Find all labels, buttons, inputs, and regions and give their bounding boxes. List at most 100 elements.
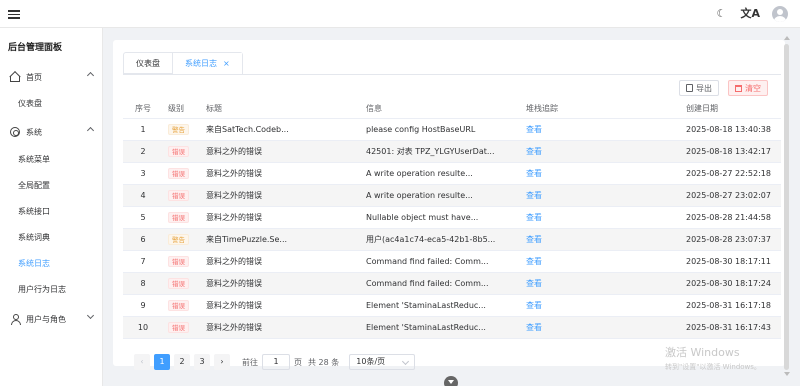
row-trace-link[interactable]: 查看 [526,125,542,134]
document-icon [686,84,693,92]
user-icon [10,314,21,325]
clear-button[interactable]: 清空 [728,80,768,96]
row-index: 6 [123,228,163,251]
avatar[interactable] [772,6,788,22]
collapse-toggle-icon[interactable] [444,376,458,386]
tab-system-log[interactable]: 系统日志 × [173,53,242,74]
pagination: ‹ 1 2 3 › 前往 1 页 共 28 条 10条/页 [134,354,416,370]
level-badge: 警告 [168,123,189,135]
row-date: 2025-08-18 13:40:38 [681,118,781,141]
row-date: 2025-08-27 23:02:07 [681,184,781,207]
level-badge: 错误 [168,299,189,311]
goto-label: 前往 [242,357,258,367]
row-index: 8 [123,272,163,295]
row-trace-link-cell: 查看 [521,162,681,185]
row-info: A write operation resulte... [361,162,521,185]
row-index: 10 [123,316,163,339]
row-level-cell: 错误 [163,162,201,185]
row-index: 7 [123,250,163,273]
dark-mode-icon[interactable]: ☾ [714,7,728,21]
hamburger-menu-icon[interactable] [8,8,20,20]
gear-icon [10,127,20,137]
sidebar-item-system-api[interactable]: 系统接口 [0,199,103,225]
top-right-actions: ☾ 文A [714,6,788,22]
row-level-cell: 错误 [163,272,201,295]
table-row: 2 错误 意料之外的错误 42501: 对表 TPZ_YLGYUserDat... 查看… [123,140,781,163]
column-header: 标题 [201,100,361,119]
row-index: 5 [123,206,163,229]
row-trace-link-cell: 查看 [521,206,681,229]
table-row: 7 错误 意料之外的错误 Command find failed: Comm... 查看… [123,250,781,273]
row-info: Element 'StaminaLastReduc... [361,294,521,317]
row-trace-link[interactable]: 查看 [526,235,542,244]
row-trace-link[interactable]: 查看 [526,301,542,310]
level-badge: 错误 [168,189,189,201]
clear-label: 清空 [745,83,761,93]
row-info: Nullable object must have... [361,206,521,229]
row-index: 3 [123,162,163,185]
row-trace-link[interactable]: 查看 [526,147,542,156]
main-content: 仪表盘 系统日志 × 导出 清空 序号 级别 标题 信息 堆栈追踪 创建日期 1… [103,28,800,386]
table-body: 1 警告 来自SatTech.Codeb... please config HostB… [123,118,781,339]
scroll-up-arrow-icon[interactable] [784,36,790,40]
row-title: 来自SatTech.Codeb... [201,118,361,141]
page-button-3[interactable]: 3 [194,354,210,370]
row-trace-link[interactable]: 查看 [526,257,542,266]
page-button-1[interactable]: 1 [154,354,170,370]
row-date: 2025-08-28 23:07:37 [681,228,781,251]
sidebar-item-system-menu[interactable]: 系统菜单 [0,147,103,173]
level-badge: 错误 [168,321,189,333]
row-level-cell: 错误 [163,206,201,229]
row-info: 42501: 对表 TPZ_YLGYUserDat... [361,140,521,163]
row-info: Command find failed: Comm... [361,272,521,295]
row-info: 用户(ac4a1c74-eca5-42b1-8b5... [361,228,521,251]
row-title: 意料之外的错误 [201,206,361,229]
tab-dashboard[interactable]: 仪表盘 [124,53,173,74]
windows-activation-watermark: 激活 Windows 转到"设置"以激活 Windows。 [665,344,761,372]
sidebar-item-system-log[interactable]: 系统日志 [0,251,103,277]
row-trace-link[interactable]: 查看 [526,213,542,222]
chevron-down-icon [86,311,95,320]
row-trace-link-cell: 查看 [521,184,681,207]
tab-label: 系统日志 [185,58,217,68]
sidebar-item-user-behavior-log[interactable]: 用户行为日志 [0,277,103,303]
export-label: 导出 [696,83,712,93]
tab-label: 仪表盘 [136,59,160,68]
row-date: 2025-08-28 21:44:58 [681,206,781,229]
level-badge: 警告 [168,233,189,245]
export-button[interactable]: 导出 [679,80,719,96]
total-count: 共 28 条 [308,357,340,367]
row-trace-link[interactable]: 查看 [526,169,542,178]
sidebar-item-dashboard[interactable]: 仪表盘 [0,91,103,117]
tab-divider [123,74,781,75]
row-trace-link[interactable]: 查看 [526,191,542,200]
row-info: A write operation resulte... [361,184,521,207]
table-header-row: 序号 级别 标题 信息 堆栈追踪 创建日期 [123,100,781,119]
table-row: 8 错误 意料之外的错误 Command find failed: Comm... 查看… [123,272,781,295]
sidebar-group-home[interactable]: 首页 [0,64,103,90]
row-index: 2 [123,140,163,163]
page-size-select[interactable]: 10条/页 [349,354,416,370]
vertical-scrollbar[interactable] [784,44,789,370]
page-jump-input[interactable]: 1 [262,354,290,370]
chevron-up-icon [86,126,95,135]
table-row: 6 警告 来自TimePuzzle.Se... 用户(ac4a1c74-eca5-42… [123,228,781,251]
row-trace-link-cell: 查看 [521,228,681,251]
scroll-down-arrow-icon[interactable] [784,372,790,376]
language-icon[interactable]: 文A [740,7,760,21]
sidebar-item-dictionary[interactable]: 系统词典 [0,225,103,251]
row-trace-link[interactable]: 查看 [526,279,542,288]
next-page-button[interactable]: › [214,354,230,370]
chevron-up-icon [86,71,95,80]
row-trace-link[interactable]: 查看 [526,323,542,332]
row-level-cell: 错误 [163,316,201,339]
sidebar-item-global-config[interactable]: 全局配置 [0,173,103,199]
sidebar-group-users-roles[interactable]: 用户与角色 [0,306,103,332]
table-row: 10 错误 意料之外的错误 Element 'StaminaLastReduc... 查… [123,316,781,339]
prev-page-button[interactable]: ‹ [134,354,150,370]
sidebar-group-system[interactable]: 系统 [0,119,103,145]
close-icon[interactable]: × [223,53,230,74]
page-button-2[interactable]: 2 [174,354,190,370]
row-level-cell: 警告 [163,228,201,251]
row-date: 2025-08-30 18:17:11 [681,250,781,273]
